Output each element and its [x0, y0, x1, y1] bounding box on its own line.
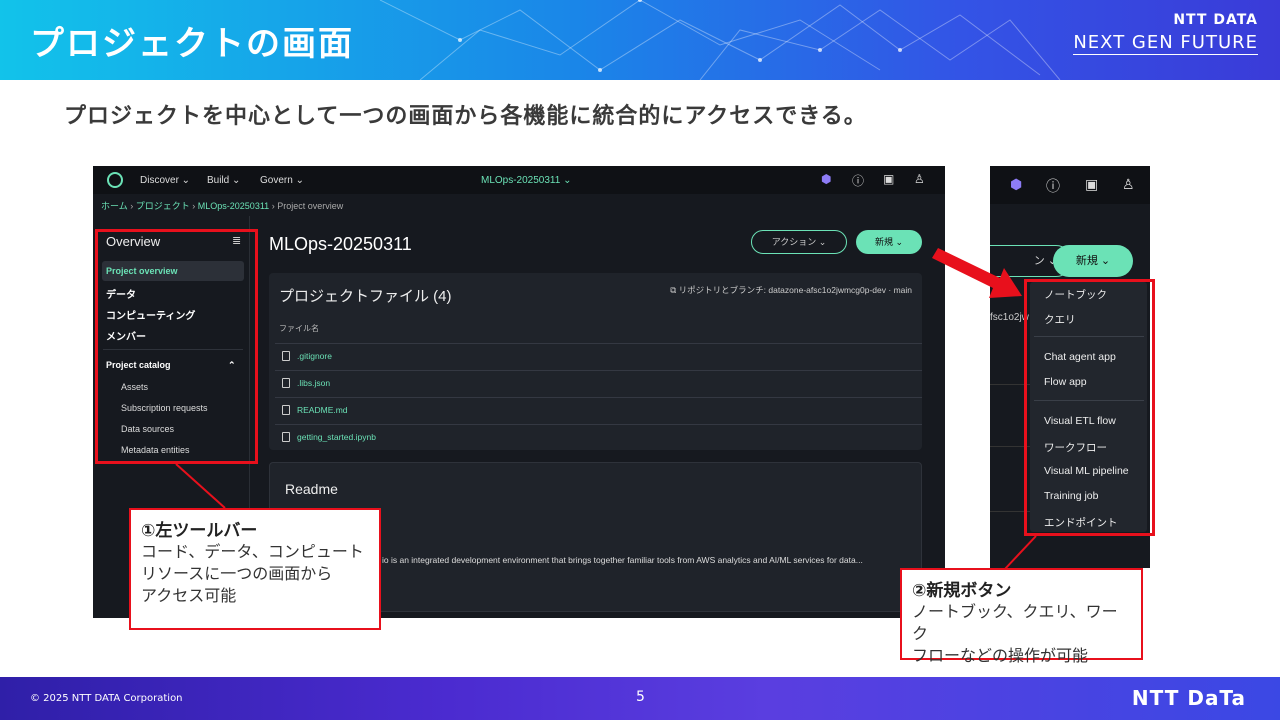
file-icon: [282, 405, 290, 415]
callout-body-line: ノートブック、クエリ、ワーク: [912, 602, 1118, 643]
file-icon: [282, 351, 290, 361]
sidebar-highlight-box: [95, 229, 258, 464]
brand-logo-top: NTT DATA NEXT GEN FUTURE: [1073, 12, 1258, 55]
breadcrumb-home[interactable]: ホーム: [101, 201, 128, 211]
file-name[interactable]: .libs.json: [297, 378, 330, 388]
readme-text: io is an integrated development environm…: [382, 555, 863, 565]
feedback-icon[interactable]: ▣: [1085, 176, 1098, 193]
breadcrumb-current: Project overview: [277, 201, 344, 211]
callout-body-line: フローなどの操作が可能: [912, 646, 1089, 665]
file-name[interactable]: README.md: [297, 405, 348, 415]
action-button[interactable]: アクション ⌄: [751, 230, 847, 254]
callout-body-line: アクセス可能: [141, 586, 237, 605]
copy-icon[interactable]: ⧉: [670, 285, 678, 295]
file-name[interactable]: getting_started.ipynb: [297, 432, 376, 442]
slide-title: プロジェクトの画面: [30, 24, 354, 64]
user-icon[interactable]: ♙: [914, 172, 925, 186]
brand-tagline: NEXT GEN FUTURE: [1073, 32, 1258, 55]
file-row[interactable]: .libs.json: [275, 370, 922, 397]
top-navigation: ⬢ ⓘ ▣ ♙: [990, 166, 1150, 204]
files-title: プロジェクトファイル (4): [279, 288, 452, 305]
file-icon: [282, 432, 290, 442]
dropdown-highlight-box: [1024, 279, 1155, 536]
file-row[interactable]: README.md: [275, 397, 922, 424]
help-icon[interactable]: ⓘ: [852, 172, 864, 189]
nav-build[interactable]: Build ⌄: [207, 175, 240, 186]
repo-info: ⧉ リポジトリとブランチ: datazone-afsc1o2jwmcg0p-de…: [670, 284, 912, 296]
new-button[interactable]: 新規 ⌄: [1053, 245, 1133, 277]
app-logo-icon[interactable]: [107, 172, 123, 188]
project-selector[interactable]: MLOps-20250311 ⌄: [481, 175, 571, 186]
callout-new-button: ②新規ボタン ノートブック、クエリ、ワーク フローなどの操作が可能: [900, 568, 1143, 665]
readme-title: Readme: [285, 481, 338, 497]
column-header-filename: ファイル名: [279, 324, 319, 333]
slide: プロジェクトの画面 NTT DATA NEXT GEN FUTURE プロジェク…: [0, 0, 1280, 720]
brand-logo-bottom: NTT DaTa: [1131, 686, 1246, 710]
callout-title: ①左ツールバー: [141, 521, 258, 541]
repo-info-text: リポジトリとブランチ: datazone-afsc1o2jwmcg0p-dev …: [678, 285, 912, 295]
new-button[interactable]: 新規 ⌄: [856, 230, 922, 254]
page-number: 5: [636, 689, 645, 705]
project-files-panel: プロジェクトファイル (4) ⧉ リポジトリとブランチ: datazone-af…: [269, 273, 922, 450]
top-navigation: Discover ⌄ Build ⌄ Govern ⌄ MLOps-202503…: [93, 166, 945, 194]
help-icon[interactable]: ⓘ: [1046, 176, 1060, 196]
file-row[interactable]: getting_started.ipynb: [275, 424, 922, 451]
breadcrumb-project[interactable]: MLOps-20250311: [198, 201, 269, 211]
callout-body-line: コード、データ、コンピュート: [141, 542, 364, 561]
callout-body-line: リソースに一つの画面から: [141, 564, 333, 583]
nav-govern[interactable]: Govern ⌄: [260, 175, 304, 186]
slide-subtitle: プロジェクトを中心として一つの画面から各機能に統合的にアクセスできる。: [64, 104, 867, 129]
file-name[interactable]: .gitignore: [297, 351, 332, 361]
callout-title: ②新規ボタン: [912, 581, 1012, 601]
callout-left-toolbar: ①左ツールバー コード、データ、コンピュート リソースに一つの画面から アクセス…: [129, 508, 381, 630]
header-banner: プロジェクトの画面 NTT DATA NEXT GEN FUTURE: [0, 0, 1280, 80]
project-title: MLOps-20250311: [269, 234, 412, 254]
file-icon: [282, 378, 290, 388]
brand-name: NTT DATA: [1173, 12, 1258, 28]
feedback-icon[interactable]: ▣: [883, 172, 894, 186]
nav-discover[interactable]: Discover ⌄: [140, 175, 190, 186]
q-icon[interactable]: ⬢: [1010, 176, 1022, 193]
footer-banner: © 2025 NTT DATA Corporation 5 NTT DaTa: [0, 677, 1280, 720]
breadcrumb: ホーム › プロジェクト › MLOps-20250311 › Project …: [101, 201, 344, 211]
breadcrumb-projects[interactable]: プロジェクト: [136, 201, 190, 211]
file-row[interactable]: .gitignore: [275, 343, 922, 370]
copyright: © 2025 NTT DATA Corporation: [30, 693, 183, 704]
user-icon[interactable]: ♙: [1122, 176, 1135, 193]
q-icon[interactable]: ⬢: [821, 172, 831, 186]
